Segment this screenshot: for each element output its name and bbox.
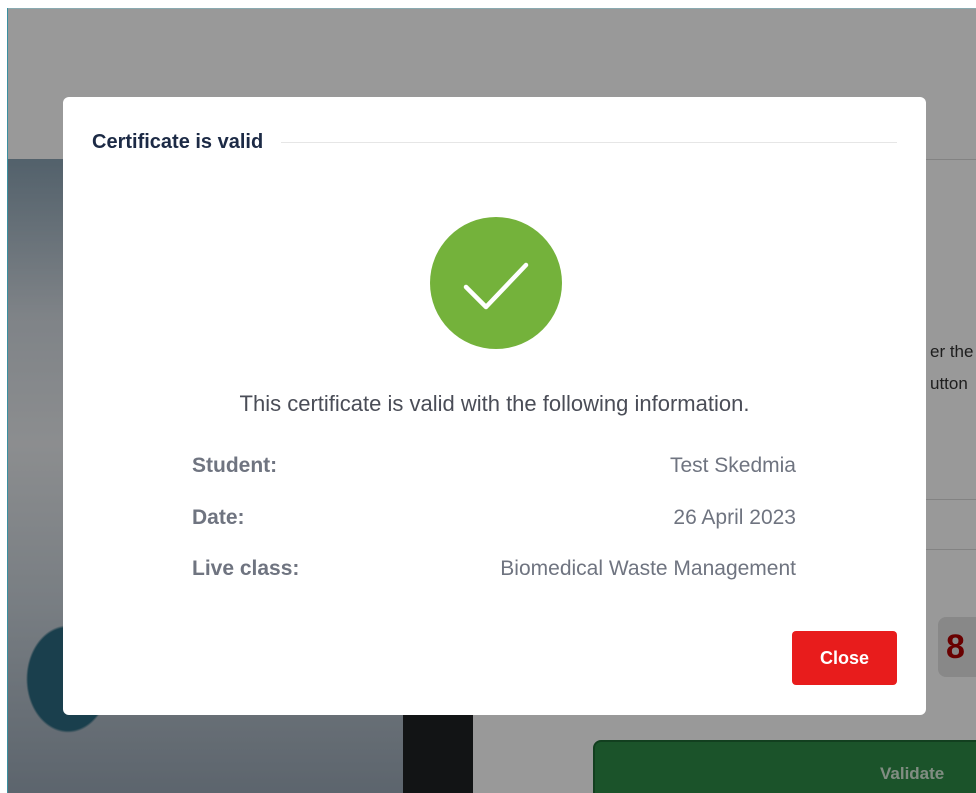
validity-message: This certificate is valid with the follo… [239, 391, 750, 416]
field-label: Student: [192, 454, 278, 477]
window-border-top [7, 8, 976, 9]
modal-header: Certificate is valid [92, 129, 897, 155]
modal-title: Certificate is valid [92, 130, 264, 153]
window-border-left [7, 8, 8, 793]
check-circle-icon [430, 217, 562, 349]
info-row-date: Date: 26 April 2023 [192, 506, 796, 536]
checkmark-icon [463, 262, 529, 310]
field-value: 26 April 2023 [673, 506, 796, 529]
close-button[interactable]: Close [792, 631, 897, 685]
info-row-live-class: Live class: Biomedical Waste Management [192, 557, 796, 587]
info-row-student: Student: Test Skedmia [192, 454, 796, 484]
field-value: Biomedical Waste Management [500, 557, 796, 580]
field-label: Date: [192, 506, 245, 529]
field-value: Test Skedmia [669, 454, 796, 477]
header-divider [281, 141, 897, 143]
certificate-modal: Certificate is valid This certificate is… [63, 97, 926, 715]
field-label: Live class: [192, 557, 300, 580]
